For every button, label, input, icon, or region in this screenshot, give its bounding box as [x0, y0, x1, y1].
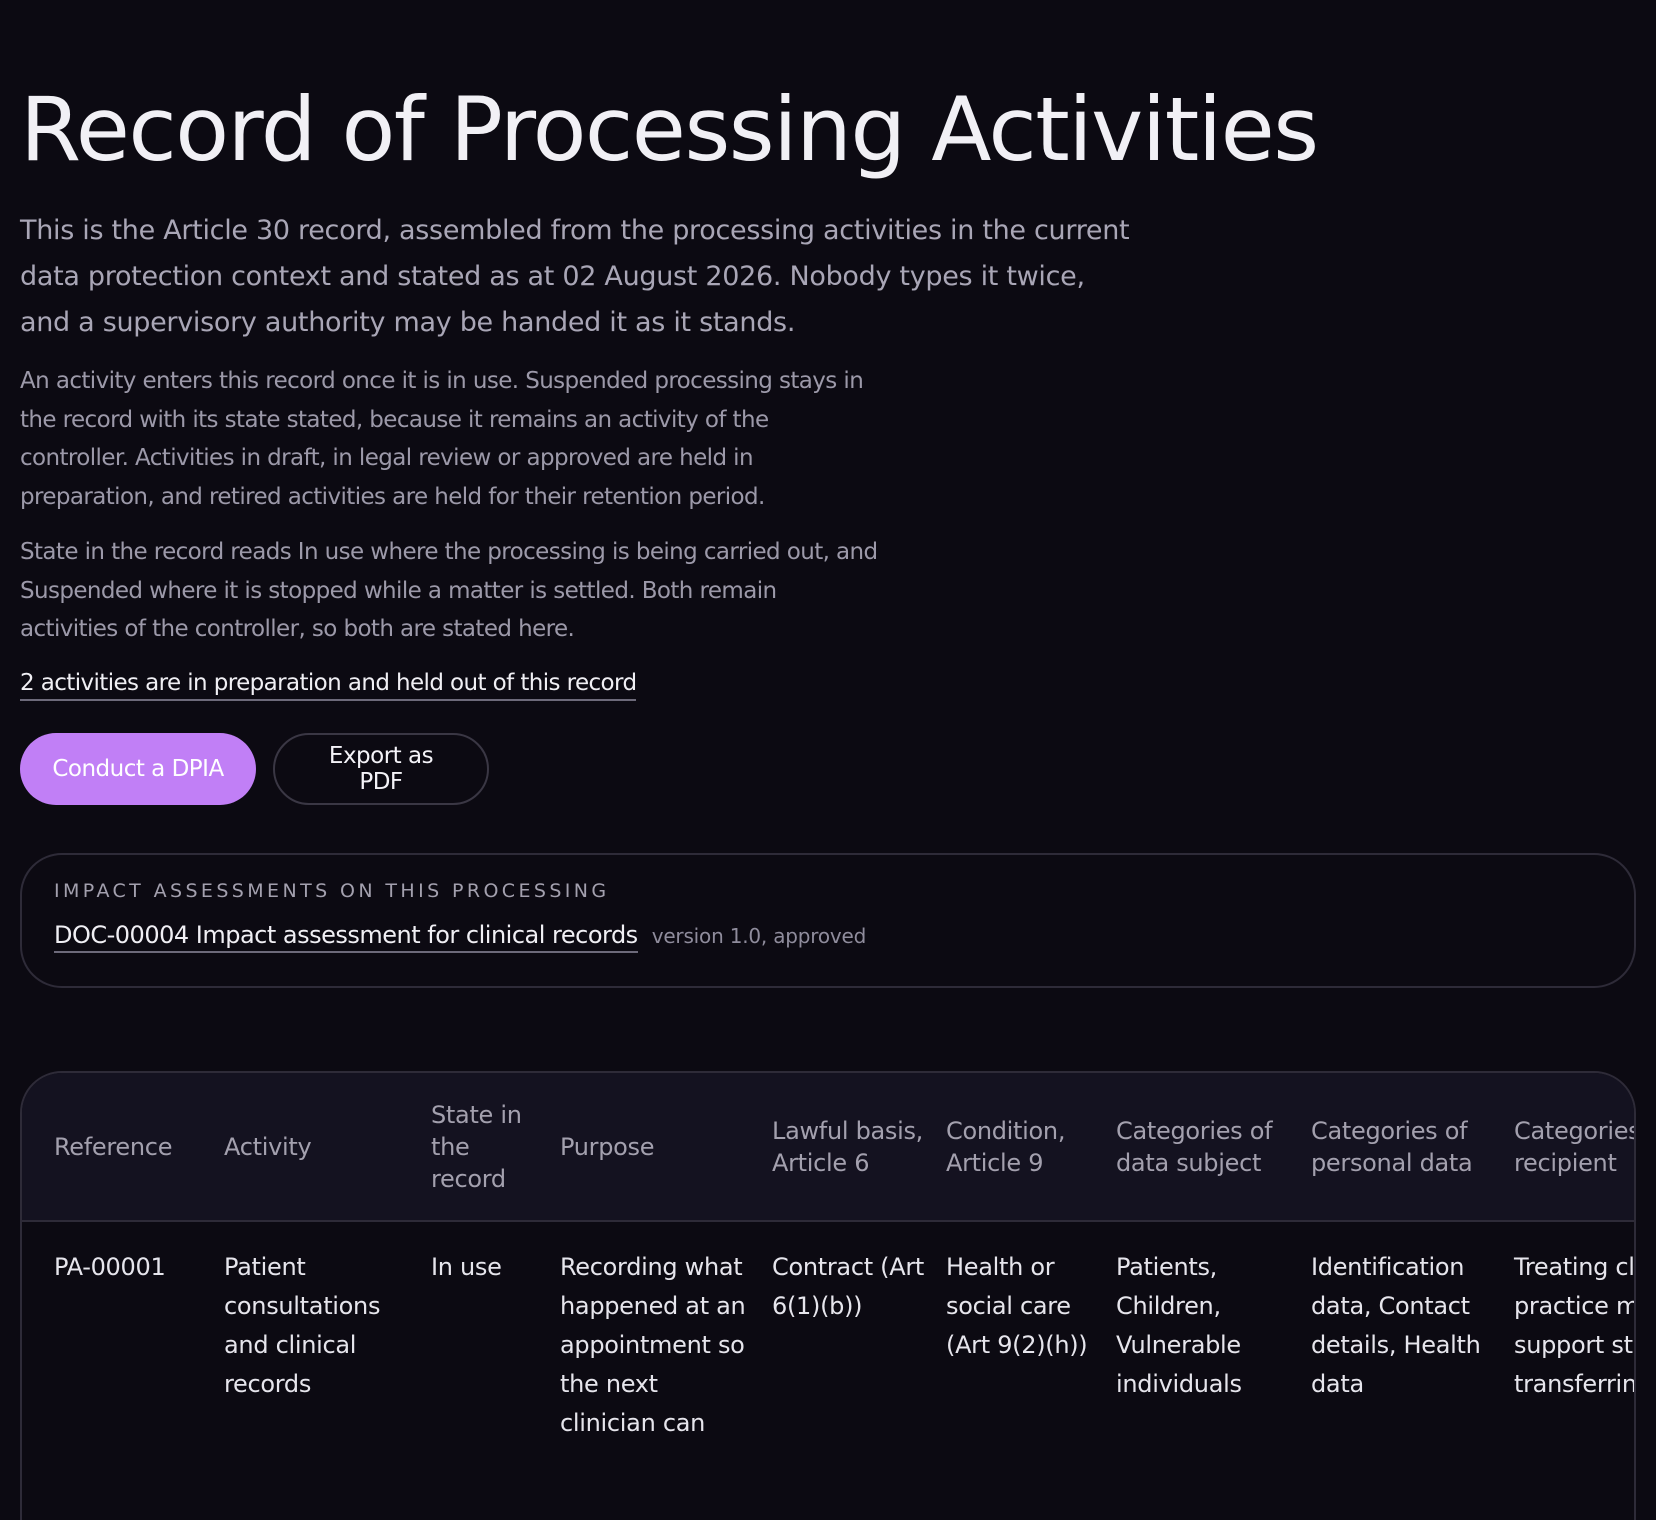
intro-paragraph-entry-rules: An activity enters this record once it i…: [20, 368, 864, 510]
conduct-dpia-button[interactable]: Conduct a DPIA: [20, 732, 256, 805]
column-header-activity: Activity: [224, 1073, 431, 1222]
cell-condition: Health or social care (Art 9(2)(h)): [946, 1253, 1088, 1359]
intro-paragraph-state-meaning: State in the record reads In use where t…: [20, 539, 878, 642]
table-body: PA-00001 Patient consultations and clini…: [22, 1221, 1636, 1443]
impact-assessment-item: DOC-00004 Impact assessment for clinical…: [54, 919, 1602, 953]
impact-assessment-document-link[interactable]: DOC-00004 Impact assessment for clinical…: [54, 919, 638, 953]
column-header-reference: Reference: [22, 1073, 224, 1222]
processing-activities-table-container[interactable]: Reference Activity State in the record P…: [20, 1071, 1636, 1520]
table-header-row: Reference Activity State in the record P…: [22, 1073, 1634, 1222]
activities-in-preparation-link[interactable]: 2 activities are in preparation and held…: [20, 667, 637, 701]
cell-reference: PA-00001: [54, 1253, 166, 1281]
export-pdf-button[interactable]: Export as PDF: [273, 732, 489, 805]
cell-data-subjects: Patients, Children, Vulnerable individua…: [1116, 1253, 1242, 1398]
cell-purpose: Recording what happened at an appointmen…: [560, 1253, 746, 1437]
column-header-purpose: Purpose: [560, 1073, 772, 1222]
column-header-lawful-basis: Lawful basis, Article 6: [772, 1073, 946, 1222]
cell-activity: Patient consultations and clinical recor…: [224, 1253, 381, 1398]
impact-assessments-card: Impact assessments on this processing DO…: [20, 852, 1636, 988]
table-header: Reference Activity State in the record P…: [22, 1073, 1634, 1222]
column-header-state: State in the record: [431, 1073, 560, 1222]
cell-recipients: Treating clinicians, practice managers, …: [1514, 1253, 1636, 1398]
impact-assessments-heading: Impact assessments on this processing: [54, 879, 610, 902]
cell-lawful-basis: Contract (Art 6(1)(b)): [772, 1253, 925, 1320]
impact-assessment-version: version 1.0, approved: [651, 923, 867, 948]
page-title: Record of Processing Activities: [20, 78, 1319, 181]
column-header-personal-data: Categories of personal data: [1311, 1073, 1514, 1222]
column-header-data-subjects: Categories of data subject: [1116, 1073, 1311, 1222]
table-row: PA-00001 Patient consultations and clini…: [22, 1221, 1636, 1443]
cell-personal-data: Identification data, Contact details, He…: [1311, 1253, 1481, 1398]
processing-activities-table: Reference Activity State in the record P…: [22, 1073, 1636, 1443]
page-lede: This is the Article 30 record, assembled…: [20, 215, 1130, 338]
cell-state: In use: [431, 1253, 502, 1281]
column-header-recipients: Categories of recipient: [1514, 1073, 1634, 1222]
action-bar: Conduct a DPIA Export as PDF: [20, 732, 1636, 805]
column-header-condition: Condition, Article 9: [946, 1073, 1116, 1222]
ropa-page: Record of Processing Activities This is …: [0, 0, 1656, 1520]
